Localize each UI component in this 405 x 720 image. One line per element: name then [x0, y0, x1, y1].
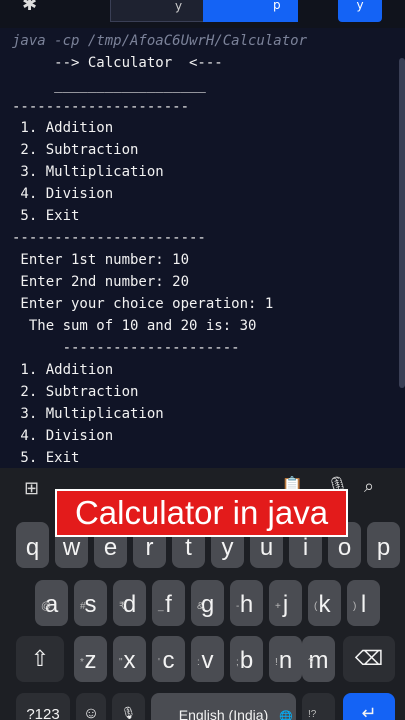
key-label: c [162, 647, 175, 674]
key-z[interactable]: * z [74, 636, 107, 682]
key-hint: @ [41, 601, 52, 612]
key-hint: ! [275, 657, 278, 668]
space-key[interactable]: 🌐 English (India) [151, 693, 296, 720]
key-p[interactable]: p [367, 522, 400, 568]
key-m[interactable]: ? m [302, 636, 335, 682]
console-line: 4. Division [12, 428, 114, 444]
emoji-key[interactable]: ☺ [76, 693, 106, 720]
key-v[interactable]: :v [191, 636, 224, 682]
backspace-icon: ⌫ [354, 648, 384, 670]
console-command: java -cp /tmp/AfoaC6UwrH/Calculator [12, 33, 308, 49]
comma-key[interactable]: 🎙 [112, 693, 145, 720]
output-console: java -cp /tmp/AfoaC6UwrH/Calculator --> … [0, 28, 405, 468]
key-label: s [84, 591, 97, 618]
key-j[interactable]: + j [269, 580, 302, 626]
key-hint: ? [308, 657, 314, 668]
console-line: 5. Exit [12, 208, 80, 224]
key-label: h [239, 591, 254, 618]
share-button-label: y [356, 0, 364, 12]
key-hint: & [197, 601, 204, 612]
key-label: f [165, 591, 172, 618]
space-label: English (India) [178, 707, 269, 720]
key-f[interactable]: _ f [152, 580, 185, 626]
key-label: j [282, 591, 289, 618]
run-button-label: p [273, 0, 281, 12]
console-line: 2. Subtraction [12, 384, 139, 400]
key-hint: : [197, 657, 200, 668]
console-line: 2. Subtraction [12, 142, 139, 158]
key-x[interactable]: " x [113, 636, 146, 682]
key-n[interactable]: ! n [269, 636, 302, 682]
key-hint: * [80, 657, 84, 668]
console-line: --------------------- [12, 99, 190, 115]
run-button[interactable]: p [203, 0, 298, 22]
console-line: __________________ [12, 77, 206, 93]
settings-icon[interactable]: ✱ [22, 0, 37, 15]
key-hint: _ [158, 601, 164, 612]
console-scrollbar[interactable] [399, 58, 405, 388]
key-hint: - [236, 601, 240, 612]
globe-icon: 🌐 [279, 711, 293, 720]
apps-grid-icon[interactable]: ⊞ [24, 478, 39, 499]
key-label: l [360, 591, 367, 618]
console-line: 1. Addition [12, 120, 114, 136]
numbers-key[interactable]: ?123 [16, 693, 70, 720]
key-hint: ( [314, 601, 318, 612]
key-s[interactable]: # s [74, 580, 107, 626]
search-icon[interactable]: ⌕ [364, 476, 374, 497]
key-h[interactable]: -h [230, 580, 263, 626]
key-label: z [84, 647, 97, 674]
console-line: ----------------------- [12, 230, 206, 246]
key-a[interactable]: @ a [35, 580, 68, 626]
key-label: b [239, 647, 254, 674]
console-line: Enter 2nd number: 20 [12, 274, 190, 290]
share-button[interactable]: y [338, 0, 382, 22]
key-label: k [318, 591, 331, 618]
key-c[interactable]: ' c [152, 636, 185, 682]
emoji-icon: ☺ [82, 705, 100, 720]
key-hint: # [80, 601, 86, 612]
key-hint: ) [353, 601, 357, 612]
title-banner: Calculator in java [55, 489, 348, 537]
console-line: Enter 1st number: 10 [12, 252, 190, 268]
key-label: v [201, 647, 214, 674]
enter-key[interactable]: ↵ [343, 693, 395, 720]
stdin-tab[interactable]: y [110, 0, 205, 22]
editor-toolbar: ✱ y p y [0, 0, 405, 28]
console-line: 3. Multiplication [12, 164, 164, 180]
enter-icon: ↵ [361, 703, 377, 720]
key-label: x [123, 647, 136, 674]
stdin-tab-label: y [175, 0, 183, 13]
console-line: --> Calculator <--- [12, 55, 223, 71]
key-hint: ; [236, 657, 239, 668]
key-b[interactable]: ; b [230, 636, 263, 682]
console-line: 4. Division [12, 186, 114, 202]
key-hint: " [119, 657, 123, 668]
key-label: n [278, 647, 293, 674]
console-line: Enter your choice operation: 1 [12, 296, 274, 312]
key-q[interactable]: q [16, 522, 49, 568]
comma-mic-icon: 🎙 [120, 706, 137, 720]
shift-key[interactable]: ⇧ [16, 636, 64, 682]
key-hint: !? [308, 709, 317, 720]
console-line: 1. Addition [12, 362, 114, 378]
key-hint: ' [158, 657, 160, 668]
key-g[interactable]: & g [191, 580, 224, 626]
console-line: The sum of 10 and 20 is: 30 [12, 318, 257, 334]
console-line: 5. Exit [12, 450, 80, 466]
console-line: 3. Multiplication [12, 406, 164, 422]
key-d[interactable]: ₹ d [113, 580, 146, 626]
shift-arrow-icon: ⇧ [30, 646, 50, 671]
key-l[interactable]: ) l [347, 580, 380, 626]
key-hint: ₹ [119, 601, 126, 612]
key-hint: + [275, 601, 281, 612]
key-k[interactable]: (k [308, 580, 341, 626]
period-key[interactable]: !? [302, 693, 335, 720]
console-line: --------------------- [12, 340, 240, 356]
backspace-key[interactable]: ⌫ [343, 636, 395, 682]
